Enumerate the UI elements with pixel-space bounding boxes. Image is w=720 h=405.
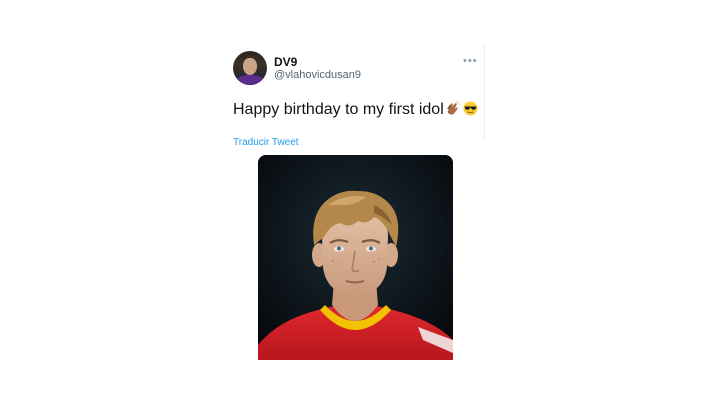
tweet-photo[interactable] xyxy=(258,155,453,360)
smiling-face-with-sunglasses-icon xyxy=(463,101,478,116)
column-divider xyxy=(484,44,485,139)
tweet-text-content: Happy birthday to my first idol xyxy=(233,101,444,118)
photo-illustration xyxy=(258,155,453,360)
tweet-text: Happy birthday to my first idol xyxy=(233,100,478,119)
display-name[interactable]: DV9 xyxy=(274,55,297,69)
tweet-card: DV9 @vlahovicdusan9 ••• Happy birthday t… xyxy=(0,0,720,405)
clapping-hands-icon xyxy=(445,100,460,116)
more-options-icon[interactable]: ••• xyxy=(463,55,478,67)
user-handle[interactable]: @vlahovicdusan9 xyxy=(274,69,361,81)
translate-tweet-link[interactable]: Traducir Tweet xyxy=(233,137,299,148)
avatar[interactable] xyxy=(233,51,267,85)
